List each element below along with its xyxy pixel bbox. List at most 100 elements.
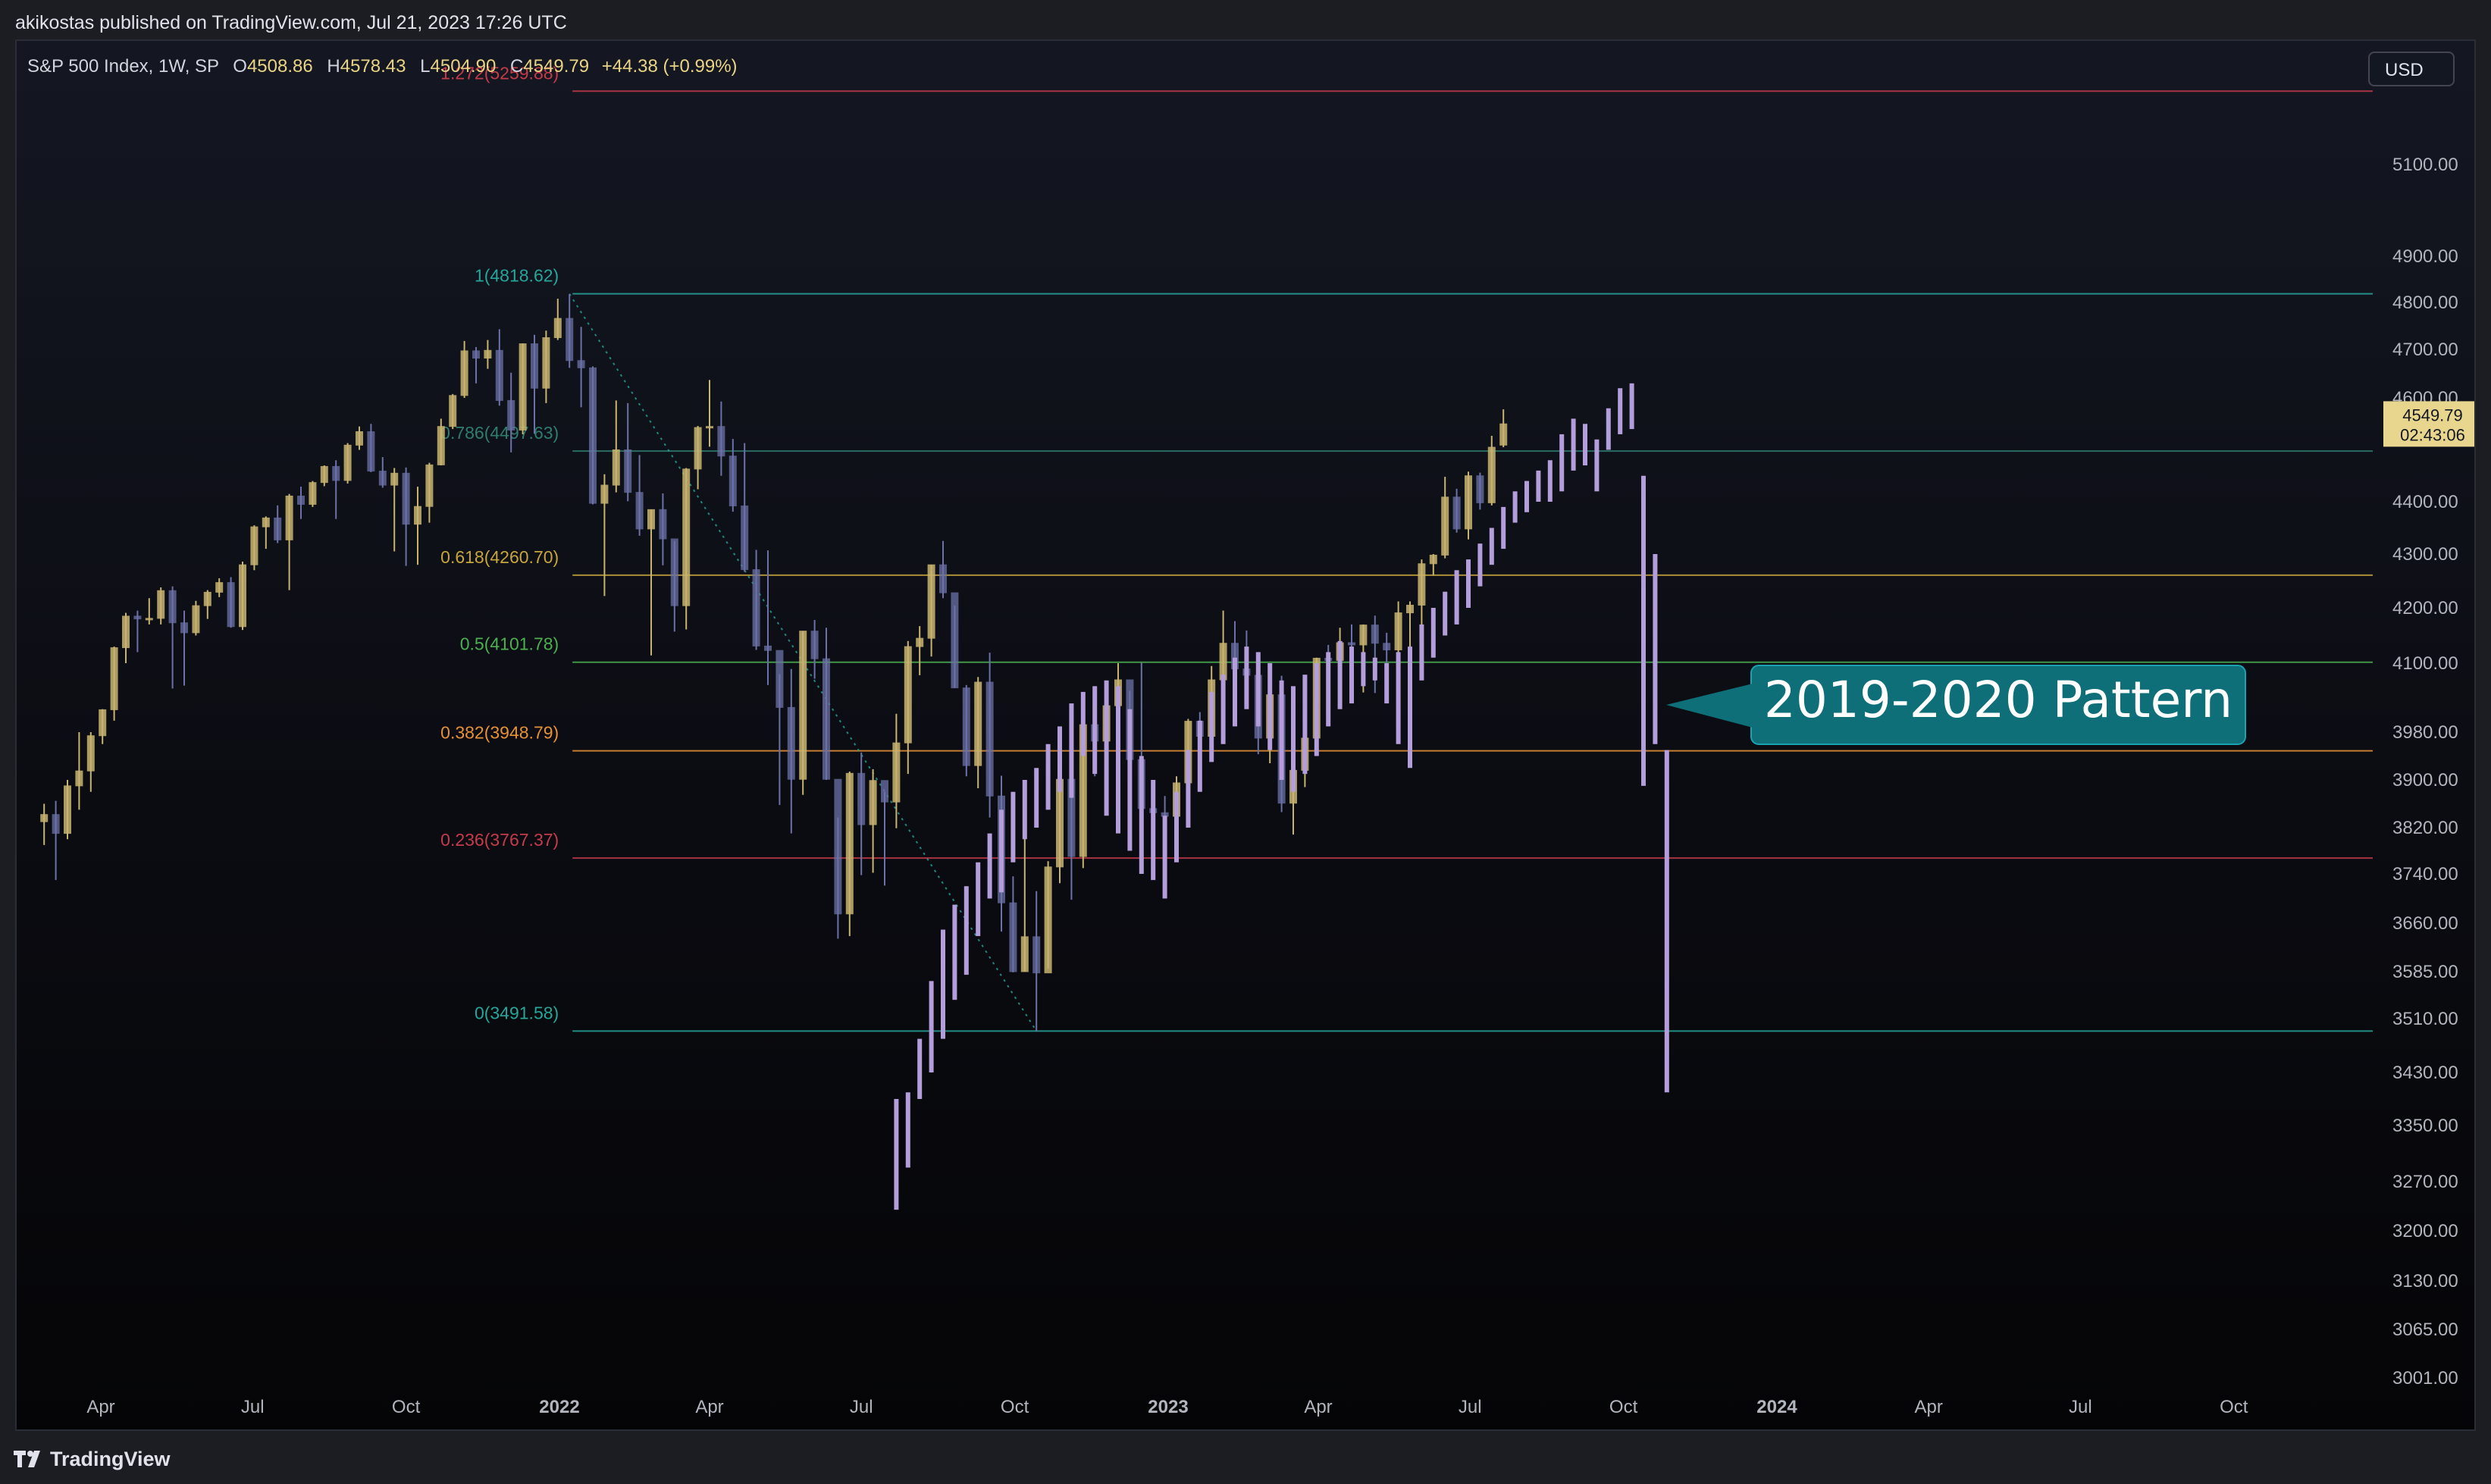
candlestick-chart[interactable]: 1.272(5259.88)1(4818.62)0.786(4497.63)0.… <box>17 41 2474 1429</box>
candle-body <box>612 449 620 486</box>
projection-bar <box>1653 554 1658 744</box>
candle-body <box>122 615 130 649</box>
candle-body <box>250 526 258 565</box>
projection-bar <box>1559 434 1565 492</box>
projection-bar <box>1010 791 1016 863</box>
projection-bar <box>1408 647 1412 769</box>
candle-body <box>1056 778 1064 868</box>
candle-body <box>1359 625 1368 646</box>
candle-body <box>1044 866 1052 974</box>
y-axis-tick-label: 5100.00 <box>2392 155 2458 175</box>
projection-bar <box>1372 657 1377 681</box>
candle-body <box>1487 446 1496 503</box>
candle-body <box>64 785 71 834</box>
y-axis-tick-label: 4100.00 <box>2392 653 2458 674</box>
chart-pane[interactable]: 1.272(5259.88) 1(4818.62) 0.786(4497.63) 0.… <box>15 39 2476 1431</box>
candle-body <box>402 472 410 525</box>
x-axis-tick-label: Jul <box>1459 1397 1482 1417</box>
x-axis-tick-label: Oct <box>1001 1397 1029 1417</box>
open-value: 4508.86 <box>246 56 313 77</box>
high-label: H <box>327 56 340 77</box>
y-axis-tick-label: 3065.00 <box>2392 1320 2458 1340</box>
projection-bar <box>952 904 957 1000</box>
x-axis-tick-label: 2024 <box>1756 1397 1797 1417</box>
candle-body <box>133 615 142 620</box>
projection-bar <box>1583 424 1587 466</box>
candle-body <box>845 772 854 915</box>
projection-bar <box>1069 703 1074 798</box>
tradingview-logo-icon <box>14 1451 40 1467</box>
candle-body <box>927 564 935 639</box>
y-axis-tick-label: 3660.00 <box>2392 913 2458 934</box>
x-axis-tick-label: Apr <box>1304 1397 1332 1417</box>
tradingview-logo[interactable]: TradingView <box>14 1446 171 1472</box>
projection-bar <box>1430 608 1436 658</box>
x-axis-tick-label: Oct <box>1609 1397 1638 1417</box>
candle-body <box>670 538 678 606</box>
candle-body <box>507 399 515 430</box>
projection-bar <box>1664 750 1669 1093</box>
candle-body <box>752 569 760 647</box>
candle-body <box>566 318 574 362</box>
projection-bar <box>1104 680 1109 816</box>
candle-body <box>180 622 188 634</box>
projection-bar <box>1337 640 1343 709</box>
y-axis-tick-label: 4900.00 <box>2392 246 2458 267</box>
projection-bar <box>1302 675 1308 775</box>
projection-bar <box>1606 408 1611 450</box>
projection-bar <box>1186 750 1191 828</box>
projection-bar <box>1197 720 1202 792</box>
candle-body <box>274 517 282 540</box>
candle-body <box>1476 475 1484 503</box>
y-axis-tick-label: 4300.00 <box>2392 544 2458 565</box>
candle-body <box>542 337 550 389</box>
y-axis-tick-label: 3001.00 <box>2392 1368 2458 1389</box>
candle-body <box>694 427 702 470</box>
fib-level-label: 0.786(4497.63) <box>440 423 559 443</box>
projection-bar <box>1080 691 1086 756</box>
candle-body <box>227 582 235 628</box>
high-value: 4578.43 <box>340 56 406 77</box>
candle-body <box>203 591 212 606</box>
candle-body <box>297 495 305 505</box>
y-axis-tick-label: 3585.00 <box>2392 962 2458 982</box>
candle-body <box>589 367 597 504</box>
projection-bar <box>1501 506 1506 549</box>
projection-bar <box>1454 570 1459 625</box>
candle-body <box>951 592 959 689</box>
candle-body <box>378 471 387 486</box>
change-value: +44.38 (+0.99%) <box>601 56 738 77</box>
candle-body <box>86 735 95 772</box>
candle-body <box>390 472 399 486</box>
currency-button[interactable]: USD <box>2368 52 2455 86</box>
fib-level-label: 0(3491.58) <box>475 1003 559 1022</box>
candle-body <box>869 780 877 825</box>
candle-body <box>974 681 982 766</box>
projection-bar <box>976 862 981 937</box>
candle-body <box>834 778 842 915</box>
x-axis-tick-label: 2022 <box>539 1397 579 1417</box>
y-axis-tick-label: 3510.00 <box>2392 1009 2458 1029</box>
y-axis-tick-label: 3740.00 <box>2392 864 2458 884</box>
x-axis-tick-label: Apr <box>86 1397 114 1417</box>
candle-body <box>332 465 340 481</box>
candle-body <box>425 464 434 507</box>
candle-body <box>857 772 866 825</box>
tradingview-brand: TradingView <box>50 1447 171 1470</box>
candle-body <box>741 506 749 571</box>
candle-body <box>460 350 468 396</box>
candle-body <box>892 742 901 803</box>
x-axis-tick-label: Oct <box>2220 1397 2248 1417</box>
candle-body <box>192 605 200 634</box>
projection-bar <box>1524 481 1529 512</box>
projection-bar <box>999 809 1004 893</box>
candle-body <box>437 426 445 465</box>
y-axis-tick-label: 3900.00 <box>2392 770 2458 791</box>
y-axis-tick-label: 3350.00 <box>2392 1116 2458 1136</box>
symbol-name: S&P 500 Index, 1W, SP <box>27 56 219 77</box>
projection-bar <box>1547 460 1553 502</box>
x-axis-tick-label: Apr <box>695 1397 723 1417</box>
projection-bar <box>1151 780 1156 881</box>
candle-body <box>367 431 375 472</box>
candle-body <box>600 484 609 504</box>
